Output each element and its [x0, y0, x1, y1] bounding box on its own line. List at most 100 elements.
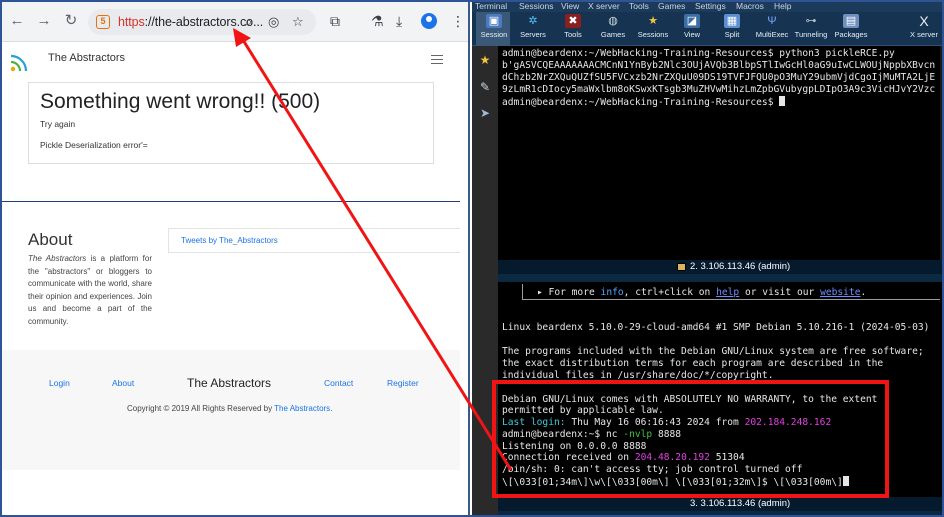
menu-macros[interactable]: Macros [736, 0, 764, 12]
about-brand-emphasis: The Abstractors [28, 254, 87, 263]
split-icon: ▦ [724, 14, 740, 28]
servers-icon: ✲ [528, 15, 538, 27]
footer-link-about[interactable]: About [112, 378, 134, 388]
copyright-text: Copyright © 2019 All Rights Reserved by … [127, 404, 332, 413]
tool-tunneling[interactable]: ⊶ Tunneling [793, 12, 829, 46]
sidebar-tools-icon[interactable]: ✎ [478, 80, 492, 94]
term1-output-2: dChzb2NrZXQuQUZfSU5FVCxzb2NrZXQuU09DS19T… [502, 72, 936, 83]
term1-prompt-line: admin@beardenx:~/WebHacking-Training-Res… [502, 96, 786, 109]
site-info-icon[interactable]: 5 [96, 15, 110, 29]
address-bar[interactable]: 5 https://the-abstractors.co... ⌕ ◎ ☆ [88, 9, 316, 35]
about-body: is a platform for the "abstractors" or b… [28, 254, 152, 326]
forward-arrow-icon[interactable]: → [35, 12, 53, 30]
tool-view-label: View [683, 30, 701, 39]
menu-terminal[interactable]: Terminal [475, 0, 507, 12]
term2-uname: Linux beardenx 5.10.0-29-cloud-amd64 #1 … [502, 322, 930, 333]
term2-programs-2: the exact distribution terms for each pr… [502, 358, 884, 369]
tool-xserver-label: X server [910, 30, 938, 39]
back-arrow-icon[interactable]: ← [8, 12, 26, 30]
term1-command: python3 pickleRCE.py [779, 48, 895, 59]
error-title: Something went wrong!! (500) [40, 90, 321, 113]
tool-games[interactable]: ◍ Games [595, 12, 631, 46]
about-title: About [28, 230, 73, 249]
eye-slash-icon[interactable]: ◎ [268, 14, 279, 30]
term2-programs-1: The programs included with the Debian GN… [502, 346, 924, 357]
footer-link-contact[interactable]: Contact [324, 378, 353, 388]
section-divider [2, 201, 460, 202]
multiexec-icon: Ψ [767, 15, 777, 27]
tool-split-label: Split [724, 30, 740, 39]
star-icon[interactable]: ☆ [292, 14, 304, 30]
term2-info-line: ▸ For more info, ctrl+click on help or v… [537, 287, 866, 299]
labs-flask-icon[interactable]: ⚗ [371, 12, 384, 30]
tool-session[interactable]: ▣ Session [476, 12, 512, 46]
menu-tools[interactable]: Tools [629, 0, 649, 12]
menu-sessions[interactable]: Sessions [519, 0, 554, 12]
kebab-menu-icon[interactable]: ⋮ [451, 12, 465, 30]
tool-view[interactable]: ◪ View [674, 12, 710, 46]
tool-tunneling-label: Tunneling [794, 30, 828, 39]
website-link[interactable]: website [820, 287, 860, 298]
tool-xserver[interactable]: X X server [906, 12, 942, 46]
tool-sessions[interactable]: ★ Sessions [635, 12, 671, 46]
copyright-link[interactable]: The Abstractors [274, 404, 330, 413]
tool-tools[interactable]: ✖ Tools [555, 12, 591, 46]
menu-games[interactable]: Games [658, 0, 685, 12]
xserver-icon: X [919, 13, 929, 29]
error-subtitle: Try again [40, 119, 76, 129]
menu-xserver[interactable]: X server [588, 0, 620, 12]
reload-icon[interactable]: ↻ [62, 12, 80, 30]
error-detail: Pickle Deserialization error'= [40, 140, 148, 150]
menu-help[interactable]: Help [774, 0, 791, 12]
download-icon[interactable]: ⤓ [396, 12, 402, 30]
packages-icon: ▤ [843, 14, 859, 28]
tool-servers-label: Servers [520, 30, 546, 39]
tools-icon: ✖ [565, 14, 581, 28]
url-scheme: https [118, 15, 145, 29]
tweets-link[interactable]: Tweets by The_Abstractors [181, 236, 278, 245]
copyright-prefix: Copyright © 2019 All Rights Reserved by [127, 404, 275, 413]
footer-brand: The Abstractors [187, 376, 272, 390]
tool-multiexec[interactable]: Ψ MultiExec [754, 12, 790, 46]
help-link[interactable]: help [716, 287, 739, 298]
star-sessions-icon: ★ [648, 15, 658, 27]
profile-icon[interactable] [421, 13, 437, 29]
ssh-tab-icon [677, 263, 686, 271]
rss-logo-icon[interactable] [10, 54, 30, 72]
site-brand[interactable]: The Abstractors [48, 52, 125, 64]
tool-packages-label: Packages [834, 30, 868, 39]
tool-servers[interactable]: ✲ Servers [515, 12, 551, 46]
copyright-suffix: . [330, 404, 333, 413]
tool-session-label: Session [480, 30, 508, 39]
highlight-box [492, 380, 889, 498]
view-icon: ◪ [684, 14, 700, 28]
info-mid2: or visit our [739, 287, 821, 298]
hamburger-menu-icon[interactable] [431, 55, 443, 64]
extensions-icon[interactable]: ⧉ [330, 12, 340, 30]
term1-line-command: admin@beardenx:~/WebHacking-Training-Res… [502, 48, 895, 60]
tunneling-icon: ⊶ [805, 15, 817, 27]
term1-output-3: 9zLmR1cDIocy5maWxlbm8oKSwxKTsgb3MuZHVwMi… [502, 84, 936, 95]
footer-link-login[interactable]: Login [49, 378, 70, 388]
sidebar-star-icon[interactable]: ★ [478, 53, 492, 67]
tool-split[interactable]: ▦ Split [714, 12, 750, 46]
sidebar-send-icon[interactable]: ➤ [478, 106, 492, 120]
url-text[interactable]: https://the-abstractors.co... [118, 15, 263, 29]
session-icon: ▣ [486, 14, 502, 28]
footer-link-register[interactable]: Register [387, 378, 419, 388]
tool-games-label: Games [600, 30, 626, 39]
info-mid: , ctrl+click on [623, 287, 717, 298]
tool-tools-label: Tools [564, 30, 582, 39]
zoom-icon[interactable]: ⌕ [245, 14, 252, 30]
menu-view[interactable]: View [561, 0, 579, 12]
menu-settings[interactable]: Settings [695, 0, 726, 12]
browser-toolbar: ← → ↻ 5 https://the-abstractors.co... ⌕ … [0, 0, 468, 42]
tool-packages[interactable]: ▤ Packages [833, 12, 869, 46]
term1-status-text[interactable]: 2. 3.106.113.46 (admin) [690, 261, 790, 272]
info-word: info [600, 287, 624, 298]
browser-window: ← → ↻ 5 https://the-abstractors.co... ⌕ … [0, 0, 470, 517]
terminal-scrollbar[interactable] [940, 46, 944, 260]
term1-prompt2: admin@beardenx:~/WebHacking-Training-Res… [502, 97, 780, 108]
term2-status-text[interactable]: 3. 3.106.113.46 (admin) [690, 498, 790, 509]
term1-output-1: b'gASVCQEAAAAAAACMCnN1YnByb2Nlc3OUjAVQb3… [502, 60, 936, 71]
